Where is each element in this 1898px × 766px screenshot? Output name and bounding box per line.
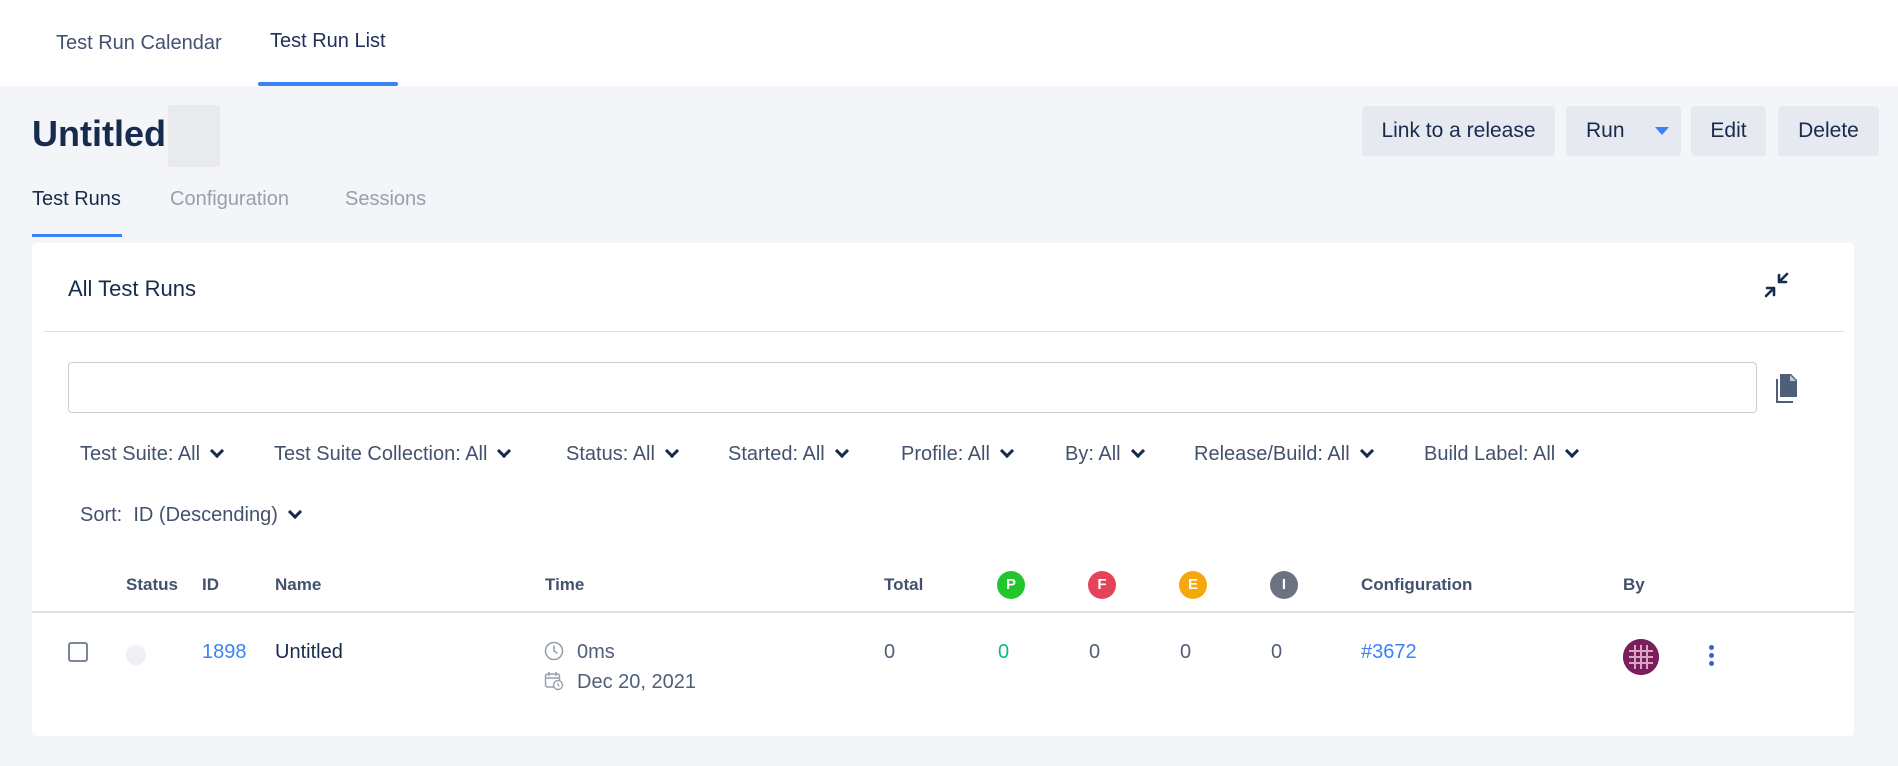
filter-profile[interactable]: Profile: All: [901, 443, 1015, 466]
caret-down-icon[interactable]: [1655, 127, 1669, 135]
filter-started[interactable]: Started: All: [728, 443, 849, 466]
col-passed-badge: P: [997, 571, 1025, 599]
filter-profile-label: Profile: All: [901, 443, 990, 465]
chevron-down-icon: [999, 443, 1015, 459]
col-failed-badge: F: [1088, 571, 1116, 599]
link-to-release-button[interactable]: Link to a release: [1362, 106, 1555, 156]
calendar-clock-icon: [544, 672, 564, 691]
table-header-divider: [32, 611, 1854, 613]
filter-started-label: Started: All: [728, 443, 825, 465]
chevron-down-icon: [497, 443, 512, 459]
col-configuration[interactable]: Configuration: [1361, 575, 1472, 595]
filter-status-label: Status: All: [566, 443, 655, 465]
chevron-down-icon: [1359, 443, 1374, 459]
delete-button[interactable]: Delete: [1778, 106, 1879, 156]
top-tab-bar: Test Run Calendar Test Run List: [0, 0, 1898, 86]
filter-by[interactable]: By: All: [1065, 443, 1145, 466]
sort-value: ID (Descending): [133, 504, 278, 526]
chevron-down-icon: [209, 443, 225, 459]
col-time[interactable]: Time: [545, 575, 584, 595]
test-runs-panel: All Test Runs Test Suite: All Test Suite…: [32, 243, 1854, 736]
chevron-down-icon: [664, 443, 680, 459]
copy-icon[interactable]: [1774, 373, 1800, 403]
col-total[interactable]: Total: [884, 575, 923, 595]
run-button[interactable]: Run: [1566, 106, 1681, 156]
more-options-icon[interactable]: [1702, 643, 1722, 669]
run-incomplete: 0: [1271, 641, 1283, 663]
filter-build-label[interactable]: Build Label: All: [1424, 443, 1580, 466]
edit-button[interactable]: Edit: [1691, 106, 1766, 156]
filter-release-build-label: Release/Build: All: [1194, 443, 1350, 465]
filter-test-suite-label: Test Suite: All: [80, 443, 201, 465]
configuration-link[interactable]: #3672: [1361, 641, 1417, 664]
filter-build-label-label: Build Label: All: [1424, 443, 1556, 465]
chevron-down-icon: [1130, 443, 1145, 459]
clock-icon: [544, 641, 564, 661]
title-thumbnail: [168, 105, 220, 167]
panel-divider: [44, 331, 1844, 332]
tab-test-run-list[interactable]: Test Run List: [258, 0, 398, 86]
collapse-icon[interactable]: [1762, 270, 1792, 300]
run-error: 0: [1180, 641, 1192, 663]
col-name[interactable]: Name: [275, 575, 321, 595]
sort-dropdown[interactable]: Sort: ID (Descending): [80, 504, 302, 527]
filter-by-label: By: All: [1065, 443, 1121, 465]
col-id[interactable]: ID: [202, 575, 219, 595]
run-duration: 0ms: [577, 641, 615, 663]
avatar-pattern-icon: [1623, 639, 1659, 675]
run-failed: 0: [1089, 641, 1101, 663]
search-input[interactable]: [68, 362, 1757, 413]
filter-status[interactable]: Status: All: [566, 443, 680, 466]
run-passed: 0: [998, 641, 1010, 663]
filter-test-suite[interactable]: Test Suite: All: [80, 443, 225, 466]
filter-test-suite-collection[interactable]: Test Suite Collection: All: [274, 443, 512, 466]
chevron-down-icon: [834, 443, 849, 459]
chevron-down-icon: [1565, 443, 1580, 459]
run-date: Dec 20, 2021: [577, 671, 696, 693]
run-name[interactable]: Untitled: [275, 641, 343, 664]
col-by[interactable]: By: [1623, 575, 1645, 595]
tab-test-run-calendar[interactable]: Test Run Calendar: [44, 0, 234, 86]
chevron-down-icon: [287, 504, 302, 520]
panel-title: All Test Runs: [68, 276, 196, 301]
filter-release-build[interactable]: Release/Build: All: [1194, 443, 1374, 466]
tab-configuration[interactable]: Configuration: [170, 188, 289, 238]
avatar[interactable]: [1623, 639, 1659, 675]
page-title: Untitled: [32, 113, 166, 154]
run-button-label: Run: [1586, 119, 1625, 142]
col-status[interactable]: Status: [126, 575, 178, 595]
row-checkbox[interactable]: [68, 642, 88, 662]
tab-test-runs[interactable]: Test Runs: [32, 188, 122, 238]
filter-test-suite-collection-label: Test Suite Collection: All: [274, 443, 488, 465]
col-error-badge: E: [1179, 571, 1207, 599]
sort-label: Sort:: [80, 504, 123, 526]
col-incomplete-badge: I: [1270, 571, 1298, 599]
run-total: 0: [884, 641, 896, 663]
status-indicator: [126, 645, 146, 665]
run-id-link[interactable]: 1898: [202, 641, 247, 664]
tab-sessions[interactable]: Sessions: [345, 188, 426, 238]
